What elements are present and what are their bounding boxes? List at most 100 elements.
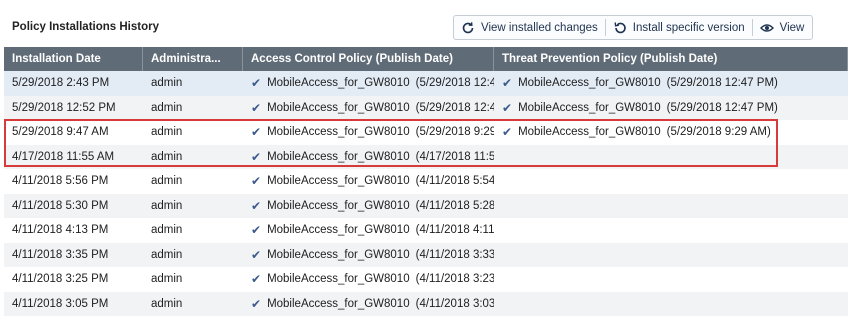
undo-icon (613, 21, 627, 35)
installation-date-text: 5/29/2018 12:52 PM (12, 102, 116, 114)
policy-name: MobileAccess_for_GW8010 (267, 273, 410, 285)
column-header-administrator[interactable]: Administra... (143, 47, 243, 71)
table-row[interactable]: 4/11/2018 3:25 PM admin ✔ MobileAccess_for_… (4, 267, 848, 292)
checkmark-icon: ✔ (502, 125, 512, 139)
access-control-policy-cell: ✔MobileAccess_for_GW8010(4/11/2018 3:33 (243, 248, 494, 262)
page-title: Policy Installations History (12, 21, 159, 33)
administrator-cell: admin (143, 249, 243, 261)
table-row[interactable]: 4/11/2018 3:35 PM admin ✔MobileAccess_for_… (4, 243, 848, 268)
policy-name: MobileAccess_for_GW8010 (267, 102, 410, 114)
administrator-cell: admin (143, 224, 243, 236)
access-control-policy-cell: ✔MobileAccess_for_GW8010(5/29/2018 12:4 (243, 101, 494, 115)
access-control-policy-cell: ✔MobileAccess_for_GW8010(4/11/2018 3:03 (243, 297, 494, 311)
publish-date: (4/11/2018 4:11 (416, 224, 494, 236)
column-header-access-control-policy[interactable]: Access Control Policy (Publish Date) (243, 47, 494, 71)
access-control-policy-cell: ✔ MobileAccess_for_GW8010 (4/11/2018 4:11 (243, 223, 494, 237)
publish-date: (4/11/2018 3:03 (416, 298, 494, 310)
view-button[interactable]: View (753, 16, 812, 39)
policy-name: MobileAccess_for_GW8010 (267, 298, 410, 310)
checkmark-icon: ✔ (251, 199, 261, 213)
installation-date-text: 5/29/2018 2:43 PM (12, 77, 109, 89)
administrator-cell: admin (143, 200, 243, 212)
table-row[interactable]: 4/11/2018 3:05 PMadmin✔MobileAccess_for_… (4, 292, 848, 316)
publish-date: (5/29/2018 9:29 (416, 126, 494, 138)
threat-prevention-policy-cell: ✔ MobileAccess_for_GW8010 (5/29/2018 12:47… (494, 101, 848, 115)
checkmark-icon: ✔ (251, 223, 261, 237)
installation-date-cell: 4/11/2018 4:13 PM (4, 224, 143, 236)
installation-date-text: 5/29/2018 9:47 AM (12, 126, 109, 138)
publish-date: (4/11/2018 5:28 (416, 200, 494, 212)
administrator-text: admin (151, 77, 182, 89)
installation-date-text: 4/11/2018 3:35 PM (12, 249, 108, 261)
table-row[interactable]: 4/11/2018 4:13 PM admin ✔ MobileAccess_for_… (4, 218, 848, 243)
installation-date-cell: 5/29/2018 9:47 AM (4, 126, 143, 138)
administrator-text: admin (151, 126, 182, 138)
installation-date-cell: 5/29/2018 12:52 PM (4, 102, 143, 114)
installation-date-text: 4/11/2018 5:56 PM (12, 175, 108, 187)
administrator-cell: admin (143, 126, 243, 138)
administrator-cell: admin (143, 175, 243, 187)
checkmark-icon: ✔ (502, 101, 512, 115)
policy-name: MobileAccess_for_GW8010 (267, 224, 410, 236)
table-row[interactable]: 5/29/2018 2:43 PM admin ✔MobileAccess_for_… (4, 71, 848, 96)
threat-prevention-policy-cell: ✔MobileAccess_for_GW8010(5/29/2018 12:47… (494, 76, 848, 90)
view-installed-changes-button[interactable]: View installed changes (454, 16, 605, 39)
checkmark-icon: ✔ (502, 76, 512, 90)
table-row[interactable]: 5/29/2018 12:52 PMadmin✔MobileAccess_for… (4, 96, 848, 121)
view-label: View (780, 22, 805, 34)
table-body: 5/29/2018 2:43 PMadmin✔MobileAccess_for_… (4, 71, 848, 316)
policy-name: MobileAccess_for_GW8010 (267, 175, 410, 187)
checkmark-icon: ✔ (251, 272, 261, 286)
policy-name: MobileAccess_for_GW8010 (518, 102, 661, 114)
publish-date: (4/11/2018 5:54 (416, 175, 494, 187)
installation-date-text: 4/11/2018 3:25 PM (12, 273, 108, 285)
access-control-policy-cell: ✔MobileAccess_for_GW8010(5/29/2018 12:4 (243, 76, 494, 90)
install-specific-version-label: Install specific version (633, 22, 745, 34)
administrator-text: admin (151, 249, 182, 261)
installations-table: Installation Date Administra... Access C… (4, 47, 848, 316)
threat-prevention-policy-cell: ✔ MobileAccess_for_GW8010 (5/29/2018 9:29 … (494, 125, 848, 139)
access-control-policy-cell: ✔MobileAccess_for_GW8010(4/17/2018 11:5 (243, 150, 494, 164)
table-row[interactable]: 5/29/2018 9:47 AM admin ✔ MobileAccess_for_… (4, 120, 848, 145)
installation-date-cell: 5/29/2018 2:43 PM (4, 77, 143, 89)
policy-name: MobileAccess_for_GW8010 (267, 126, 410, 138)
administrator-text: admin (151, 200, 182, 212)
install-specific-version-button[interactable]: Install specific version (606, 16, 752, 39)
installation-date-text: 4/11/2018 4:13 PM (12, 224, 108, 236)
table-header: Installation Date Administra... Access C… (4, 47, 848, 71)
administrator-text: admin (151, 273, 182, 285)
publish-date: (4/11/2018 3:23 (416, 273, 494, 285)
column-header-threat-prevention-policy[interactable]: Threat Prevention Policy (Publish Date) (494, 47, 848, 71)
checkmark-icon: ✔ (251, 125, 261, 139)
installation-date-cell: 4/17/2018 11:55 AM (4, 151, 143, 163)
publish-date: (5/29/2018 12:4 (416, 77, 494, 89)
publish-date: (5/29/2018 12:4 (416, 102, 494, 114)
eye-icon (760, 21, 774, 35)
publish-date: (5/29/2018 9:29 AM) (667, 126, 771, 138)
table-row[interactable]: 4/11/2018 5:30 PM admin ✔ MobileAccess_for_… (4, 194, 848, 219)
policy-name: MobileAccess_for_GW8010 (267, 200, 410, 212)
table-row[interactable]: 4/11/2018 5:56 PMadmin✔MobileAccess_for_… (4, 169, 848, 194)
installation-date-cell: 4/11/2018 5:30 PM (4, 200, 143, 212)
administrator-text: admin (151, 298, 182, 310)
checkmark-icon: ✔ (251, 76, 261, 90)
installation-date-cell: 4/11/2018 5:56 PM (4, 175, 143, 187)
installation-date-text: 4/17/2018 11:55 AM (12, 151, 114, 163)
access-control-policy-cell: ✔MobileAccess_for_GW8010(4/11/2018 5:54 (243, 174, 494, 188)
installation-date-cell: 4/11/2018 3:05 PM (4, 298, 143, 310)
table-row[interactable]: 4/17/2018 11:55 AM admin ✔MobileAccess_for… (4, 145, 848, 170)
administrator-cell: admin (143, 298, 243, 310)
access-control-policy-cell: ✔ MobileAccess_for_GW8010 (5/29/2018 9:29 (243, 125, 494, 139)
administrator-text: admin (151, 151, 182, 163)
column-header-installation-date[interactable]: Installation Date (4, 47, 143, 71)
refresh-icon (461, 21, 475, 35)
installation-date-text: 4/11/2018 3:05 PM (12, 298, 108, 310)
installation-date-text: 4/11/2018 5:30 PM (12, 200, 108, 212)
publish-date: (5/29/2018 12:47 PM) (667, 102, 778, 114)
policy-name: MobileAccess_for_GW8010 (267, 249, 410, 261)
administrator-cell: admin (143, 77, 243, 89)
installation-date-cell: 4/11/2018 3:25 PM (4, 273, 143, 285)
administrator-cell: admin (143, 273, 243, 285)
policy-name: MobileAccess_for_GW8010 (518, 126, 661, 138)
publish-date: (4/17/2018 11:5 (416, 151, 494, 163)
